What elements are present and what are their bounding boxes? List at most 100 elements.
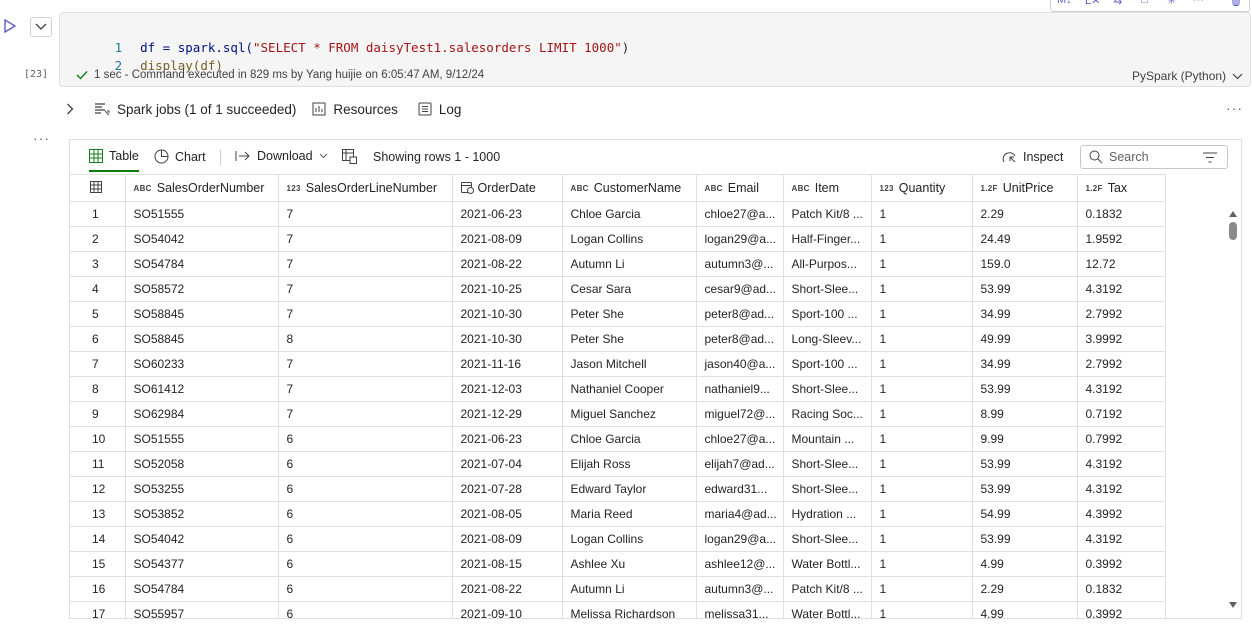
markdown-icon[interactable]: M↓ [1057,0,1072,6]
table-cell[interactable]: Peter She [562,301,697,327]
table-cell[interactable]: 1 [871,251,973,277]
table-cell[interactable]: 53.99 [972,451,1078,477]
table-cell[interactable]: All-Purpos... [783,251,872,277]
table-cell[interactable]: SO51555 [125,201,279,227]
table-cell[interactable]: 12.72 [1077,251,1166,277]
table-row[interactable]: 7 SO60233 7 2021-11-16 Jason Mitchell jason40… [70,351,1166,377]
table-cell[interactable]: Hydration ... [783,501,872,527]
table-cell[interactable]: 6 [278,451,453,477]
table-cell[interactable]: Melissa Richardson [562,601,697,618]
language-selector[interactable]: PySpark (Python) [1132,69,1243,83]
table-cell[interactable]: 1 [871,426,973,452]
column-header-salesorderlinenumber[interactable]: 123 SalesOrderLineNumber [278,174,453,202]
table-cell[interactable]: SO58845 [125,326,279,352]
more-icon[interactable]: ··· [1193,0,1204,6]
table-cell[interactable]: 2021-10-30 [452,326,563,352]
table-row[interactable]: 17 SO55957 6 2021-09-10 Melissa Richardson me… [70,601,1166,618]
download-button[interactable]: Download [235,149,328,163]
table-cell[interactable]: SO51555 [125,426,279,452]
table-cell[interactable]: maria4@ad... [696,501,784,527]
table-cell[interactable]: elijah7@ad... [696,451,784,477]
table-cell[interactable]: 8 [278,326,453,352]
table-cell[interactable]: 4.3992 [1077,501,1166,527]
table-cell[interactable]: 2021-06-23 [452,201,563,227]
table-cell[interactable]: Cesar Sara [562,276,697,302]
table-cell[interactable]: 4.3192 [1077,451,1166,477]
select-all-cell[interactable] [70,174,126,202]
table-cell[interactable]: 2021-06-23 [452,426,563,452]
output-more-icon[interactable]: ··· [1226,100,1243,116]
table-cell[interactable]: peter8@ad... [696,326,784,352]
table-cell[interactable]: 53.99 [972,276,1078,302]
scroll-up-icon[interactable] [1228,207,1238,221]
spark-jobs-toggle[interactable]: Spark jobs (1 of 1 succeeded) [66,102,296,117]
table-cell[interactable]: chloe27@a... [696,201,784,227]
table-cell[interactable]: 7 [278,401,453,427]
table-cell[interactable]: Long-Sleev... [783,326,872,352]
table-cell[interactable]: edward31... [696,476,784,502]
delete-icon[interactable]: 🗑 [1229,0,1243,7]
freeze-icon[interactable]: ✳ [1167,0,1176,7]
table-cell[interactable]: Maria Reed [562,501,697,527]
table-cell[interactable]: Short-Slee... [783,526,872,552]
table-cell[interactable]: Chloe Garcia [562,201,697,227]
resources-tab[interactable]: Resources [312,102,398,117]
table-cell[interactable]: 6 [278,476,453,502]
table-row[interactable]: 13 SO53852 6 2021-08-05 Maria Reed maria4@ad.… [70,501,1166,527]
table-cell[interactable]: 1 [871,226,973,252]
table-cell[interactable]: 2021-10-30 [452,301,563,327]
table-cell[interactable]: SO61412 [125,376,279,402]
table-cell[interactable]: 4.99 [972,551,1078,577]
table-cell[interactable]: 8.99 [972,401,1078,427]
table-cell[interactable]: Miguel Sanchez [562,401,697,427]
column-header-orderdate[interactable]: OrderDate [452,174,563,202]
table-cell[interactable]: 1 [871,551,973,577]
table-cell[interactable]: 2021-10-25 [452,276,563,302]
table-row[interactable]: 4 SO58572 7 2021-10-25 Cesar Sara cesar9@ad..… [70,276,1166,302]
table-cell[interactable]: Autumn Li [562,576,697,602]
log-tab[interactable]: Log [418,102,461,117]
table-cell[interactable]: 1 [871,526,973,552]
table-row[interactable]: 5 SO58845 7 2021-10-30 Peter She peter8@ad...… [70,301,1166,327]
chart-view-button[interactable]: Chart [154,149,206,164]
table-cell[interactable]: Logan Collins [562,226,697,252]
table-cell[interactable]: 2021-08-15 [452,551,563,577]
table-cell[interactable]: SO58572 [125,276,279,302]
table-cell[interactable]: 4.3192 [1077,276,1166,302]
table-cell[interactable]: autumn3@... [696,576,784,602]
search-input[interactable]: Search [1080,145,1228,169]
table-cell[interactable]: 34.99 [972,301,1078,327]
table-cell[interactable]: SO55957 [125,601,279,618]
table-cell[interactable]: SO53852 [125,501,279,527]
table-row[interactable]: 9 SO62984 7 2021-12-29 Miguel Sanchez miguel7… [70,401,1166,427]
table-cell[interactable]: 7 [278,201,453,227]
table-cell[interactable]: 54.99 [972,501,1078,527]
table-cell[interactable]: 0.3992 [1077,601,1166,618]
table-cell[interactable]: 2021-08-22 [452,576,563,602]
table-row[interactable]: 3 SO54784 7 2021-08-22 Autumn Li autumn3@... A… [70,251,1166,277]
table-cell[interactable]: 0.1832 [1077,201,1166,227]
clear-output-icon[interactable]: L✕ [1085,0,1100,7]
table-cell[interactable]: 1 [871,201,973,227]
table-cell[interactable]: Chloe Garcia [562,426,697,452]
table-cell[interactable]: 53.99 [972,476,1078,502]
table-row[interactable]: 14 SO54042 6 2021-08-09 Logan Collins logan29… [70,526,1166,552]
table-cell[interactable]: Ashlee Xu [562,551,697,577]
table-cell[interactable]: 1 [871,326,973,352]
table-cell[interactable]: SO54042 [125,226,279,252]
table-cell[interactable]: 24.49 [972,226,1078,252]
table-cell[interactable]: 2021-09-10 [452,601,563,618]
table-cell[interactable]: 7 [278,351,453,377]
copy-icon[interactable]: □ [1141,0,1148,6]
table-cell[interactable]: Short-Slee... [783,451,872,477]
table-row[interactable]: 2 SO54042 7 2021-08-09 Logan Collins logan29@… [70,226,1166,252]
table-cell[interactable]: melissa31... [696,601,784,618]
table-cell[interactable]: 7 [278,301,453,327]
table-cell[interactable]: 2021-08-09 [452,226,563,252]
table-cell[interactable]: Jason Mitchell [562,351,697,377]
table-cell[interactable]: 6 [278,501,453,527]
table-cell[interactable]: Water Bottl... [783,601,872,618]
table-cell[interactable]: SO53255 [125,476,279,502]
column-header-email[interactable]: ABC Email [696,174,784,202]
table-cell[interactable]: Autumn Li [562,251,697,277]
